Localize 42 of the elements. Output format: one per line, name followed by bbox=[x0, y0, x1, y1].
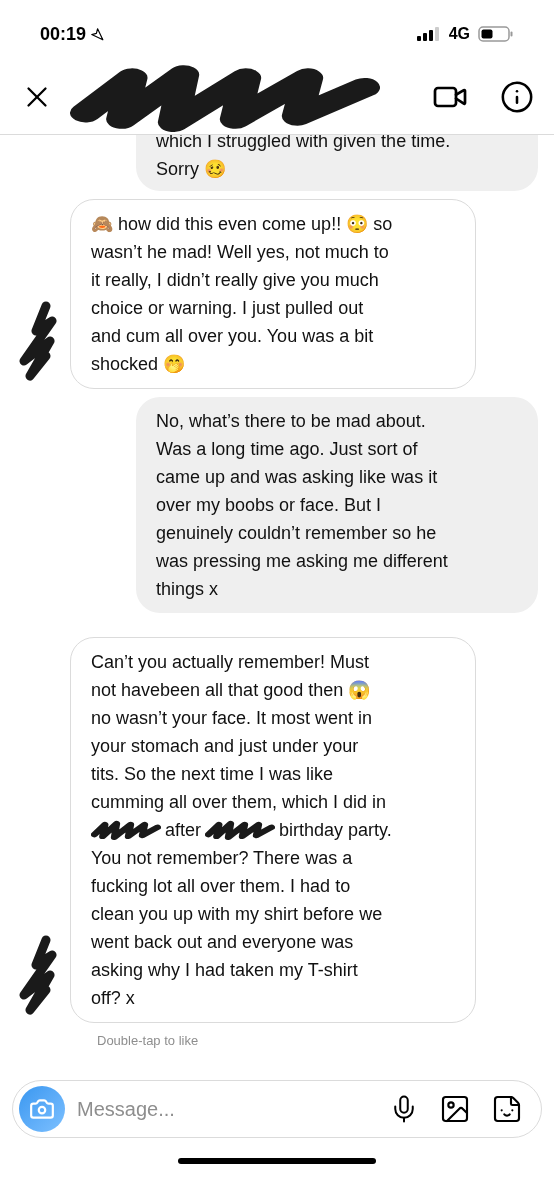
network-label: 4G bbox=[448, 24, 470, 44]
message-text: Sorry 🥴 bbox=[156, 158, 227, 181]
signal-icon bbox=[416, 27, 441, 41]
message-text: no wasn’t your face. It most went in bbox=[91, 707, 374, 730]
message-text: No, what’s there to be mad about. bbox=[156, 410, 427, 433]
message-text: Can’t you actually remember! Must bbox=[91, 651, 371, 674]
sticker-icon[interactable] bbox=[491, 1093, 523, 1125]
message-text: You not remember? There was a bbox=[91, 847, 354, 870]
message-text: things x bbox=[156, 578, 220, 601]
message-text: came up and was asking like was it bbox=[156, 466, 439, 489]
redaction-mark bbox=[205, 820, 276, 840]
camera-icon bbox=[29, 1096, 55, 1122]
gallery-icon[interactable] bbox=[439, 1093, 471, 1125]
message-text: asking why I had taken my T-shirt bbox=[91, 959, 359, 982]
message-text: choice or warning. I just pulled out bbox=[91, 297, 365, 320]
message-text: your stomach and just under your bbox=[91, 735, 360, 758]
double-tap-hint: Double-tap to like bbox=[96, 1032, 200, 1050]
message-text: shocked 🤭 bbox=[91, 353, 187, 376]
camera-button[interactable] bbox=[19, 1086, 65, 1132]
message-text: tits. So the next time I was like bbox=[91, 763, 335, 786]
message-text: clean you up with my shirt before we bbox=[91, 903, 384, 926]
battery-icon bbox=[478, 26, 514, 42]
message-text: 🙈 how did this even come up!! 😳 so bbox=[91, 213, 394, 236]
message-text: Was a long time ago. Just sort of bbox=[156, 438, 419, 461]
redaction-mark bbox=[91, 820, 161, 840]
message-text: after bbox=[165, 819, 202, 842]
message-text: genuinely couldn’t remember so he bbox=[156, 522, 438, 545]
message-text: fucking lot all over them. I had to bbox=[91, 875, 352, 898]
message-text: went back out and everyone was bbox=[91, 931, 355, 954]
info-icon[interactable] bbox=[500, 80, 534, 114]
location-icon bbox=[90, 27, 105, 41]
message-text: birthday party. bbox=[279, 819, 392, 842]
status-time: 00:19 bbox=[40, 22, 87, 46]
message-text: not havebeen all that good then 😱 bbox=[91, 679, 372, 702]
message-text: and cum all over you. You was a bit bbox=[91, 325, 375, 348]
message-text: off? x bbox=[91, 987, 136, 1010]
message-text: it really, I didn’t really give you much bbox=[91, 269, 380, 292]
message-text: wasn’t he mad! Well yes, not much to bbox=[91, 241, 390, 264]
message-text: was pressing me asking me different bbox=[156, 550, 449, 573]
message-text: cumming all over them, which I did in bbox=[91, 791, 388, 814]
message-text: over my boobs or face. But I bbox=[156, 494, 383, 517]
message-input[interactable]: Message... bbox=[77, 1094, 377, 1124]
